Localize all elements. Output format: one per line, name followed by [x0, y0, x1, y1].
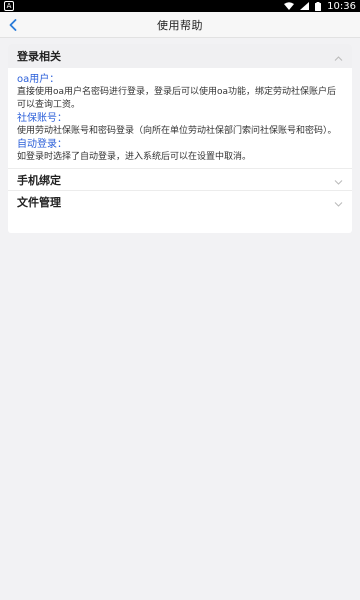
section-title-files: 文件管理	[17, 195, 61, 209]
status-bar: A 10:36	[0, 0, 360, 12]
section-header-phone[interactable]: 手机绑定	[8, 168, 352, 190]
chevron-down-icon	[334, 192, 343, 211]
battery-icon	[315, 1, 322, 11]
notification-a-icon: A	[4, 1, 14, 11]
status-time: 10:36	[327, 0, 356, 12]
section-title-phone: 手机绑定	[17, 173, 61, 187]
term-social-account: 社保账号：	[17, 113, 67, 124]
desc-oa-user: 直接使用oa用户名密码进行登录，登录后可以使用oa功能，绑定劳动社保账户后可以查…	[17, 87, 337, 110]
signal-icon	[300, 2, 310, 10]
chevron-down-icon	[334, 170, 343, 189]
section-header-login[interactable]: 登录相关	[8, 44, 352, 68]
term-auto-login: 自动登录：	[17, 139, 67, 150]
back-button[interactable]	[2, 12, 24, 38]
section-title-login: 登录相关	[17, 50, 61, 63]
chevron-up-icon	[334, 47, 343, 66]
term-oa-user: oa用户：	[17, 74, 60, 85]
wifi-icon	[284, 2, 295, 10]
section-body-login: oa用户： 直接使用oa用户名密码进行登录，登录后可以使用oa功能，绑定劳动社保…	[8, 68, 352, 168]
page-title: 使用帮助	[157, 18, 203, 32]
section-header-files[interactable]: 文件管理	[8, 190, 352, 212]
chevron-left-icon	[9, 16, 17, 35]
desc-social-account: 使用劳动社保账号和密码登录（向所在单位劳动社保部门索问社保账号和密码）。	[17, 126, 337, 136]
help-card: 登录相关 oa用户： 直接使用oa用户名密码进行登录，登录后可以使用oa功能，绑…	[8, 44, 352, 233]
nav-bar: 使用帮助	[0, 12, 360, 38]
desc-auto-login: 如登录时选择了自动登录，进入系统后可以在设置中取消。	[17, 152, 252, 162]
